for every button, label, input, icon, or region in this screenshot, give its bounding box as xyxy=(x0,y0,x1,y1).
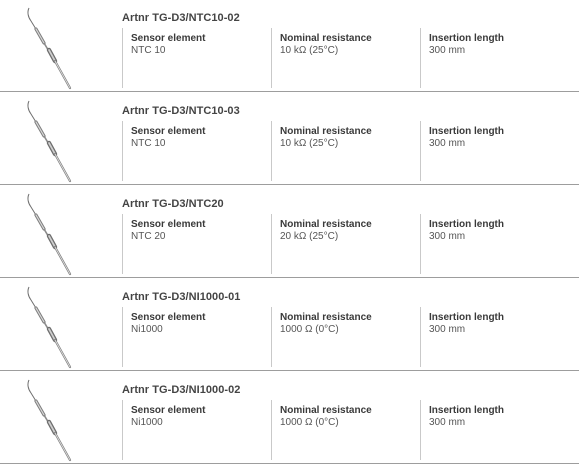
spec-insertion-length: Insertion length 300 mm xyxy=(420,121,570,181)
product-card: Artnr TG-D3/NTC10-03 Sensor element NTC … xyxy=(0,93,579,185)
spec-value: NTC 10 xyxy=(131,138,166,149)
spec-label: Insertion length xyxy=(429,33,504,44)
spec-value: 300 mm xyxy=(429,417,466,428)
spec-nominal-resistance: Nominal resistance 20 kΩ (25°C) xyxy=(271,214,420,274)
spec-label: Insertion length xyxy=(429,126,504,137)
spec-insertion-length: Insertion length 300 mm xyxy=(420,307,570,367)
divider xyxy=(0,463,579,464)
spec-value: 300 mm xyxy=(429,138,466,149)
spec-nominal-resistance: Nominal resistance 10 kΩ (25°C) xyxy=(271,28,420,88)
spec-label: Nominal resistance xyxy=(280,312,372,323)
product-card: Artnr TG-D3/NTC20 Sensor element NTC 20 … xyxy=(0,186,579,278)
spec-label: Sensor element xyxy=(131,405,206,416)
spec-value: 300 mm xyxy=(429,324,466,335)
spec-value: 10 kΩ (25°C) xyxy=(280,45,339,56)
temperature-probe-icon xyxy=(14,4,82,90)
spec-value: 10 kΩ (25°C) xyxy=(280,138,339,149)
spec-value: Ni1000 xyxy=(131,417,163,428)
spec-label: Insertion length xyxy=(429,405,504,416)
spec-nominal-resistance: Nominal resistance 1000 Ω (0°C) xyxy=(271,400,420,460)
spec-sensor-element: Sensor element Ni1000 xyxy=(122,307,271,367)
product-title: Artnr TG-D3/NTC10-02 xyxy=(122,12,240,24)
product-card: Artnr TG-D3/NTC10-02 Sensor element NTC … xyxy=(0,0,579,92)
spec-label: Nominal resistance xyxy=(280,126,372,137)
product-title: Artnr TG-D3/NTC20 xyxy=(122,198,224,210)
temperature-probe-icon xyxy=(14,97,82,183)
spec-label: Sensor element xyxy=(131,33,206,44)
spec-value: 300 mm xyxy=(429,231,466,242)
spec-label: Insertion length xyxy=(429,219,504,230)
product-title: Artnr TG-D3/NTC10-03 xyxy=(122,105,240,117)
spec-label: Sensor element xyxy=(131,126,206,137)
spec-insertion-length: Insertion length 300 mm xyxy=(420,214,570,274)
temperature-probe-icon xyxy=(14,190,82,276)
spec-label: Nominal resistance xyxy=(280,405,372,416)
temperature-probe-icon xyxy=(14,376,82,462)
spec-value: 20 kΩ (25°C) xyxy=(280,231,339,242)
spec-value: 300 mm xyxy=(429,45,466,56)
divider xyxy=(0,91,579,92)
spec-insertion-length: Insertion length 300 mm xyxy=(420,28,570,88)
spec-value: Ni1000 xyxy=(131,324,163,335)
spec-value: NTC 10 xyxy=(131,45,166,56)
spec-value: 1000 Ω (0°C) xyxy=(280,324,339,335)
spec-value: NTC 20 xyxy=(131,231,166,242)
spec-value: 1000 Ω (0°C) xyxy=(280,417,339,428)
spec-label: Nominal resistance xyxy=(280,219,372,230)
product-card: Artnr TG-D3/NI1000-01 Sensor element Ni1… xyxy=(0,279,579,371)
spec-label: Nominal resistance xyxy=(280,33,372,44)
product-title: Artnr TG-D3/NI1000-01 xyxy=(122,291,241,303)
spec-nominal-resistance: Nominal resistance 1000 Ω (0°C) xyxy=(271,307,420,367)
divider xyxy=(0,370,579,371)
spec-nominal-resistance: Nominal resistance 10 kΩ (25°C) xyxy=(271,121,420,181)
spec-sensor-element: Sensor element Ni1000 xyxy=(122,400,271,460)
spec-label: Sensor element xyxy=(131,312,206,323)
product-card: Artnr TG-D3/NI1000-02 Sensor element Ni1… xyxy=(0,372,579,464)
spec-sensor-element: Sensor element NTC 20 xyxy=(122,214,271,274)
spec-insertion-length: Insertion length 300 mm xyxy=(420,400,570,460)
divider xyxy=(0,277,579,278)
divider xyxy=(0,184,579,185)
spec-sensor-element: Sensor element NTC 10 xyxy=(122,28,271,88)
spec-sensor-element: Sensor element NTC 10 xyxy=(122,121,271,181)
temperature-probe-icon xyxy=(14,283,82,369)
product-title: Artnr TG-D3/NI1000-02 xyxy=(122,384,241,396)
spec-label: Sensor element xyxy=(131,219,206,230)
spec-label: Insertion length xyxy=(429,312,504,323)
